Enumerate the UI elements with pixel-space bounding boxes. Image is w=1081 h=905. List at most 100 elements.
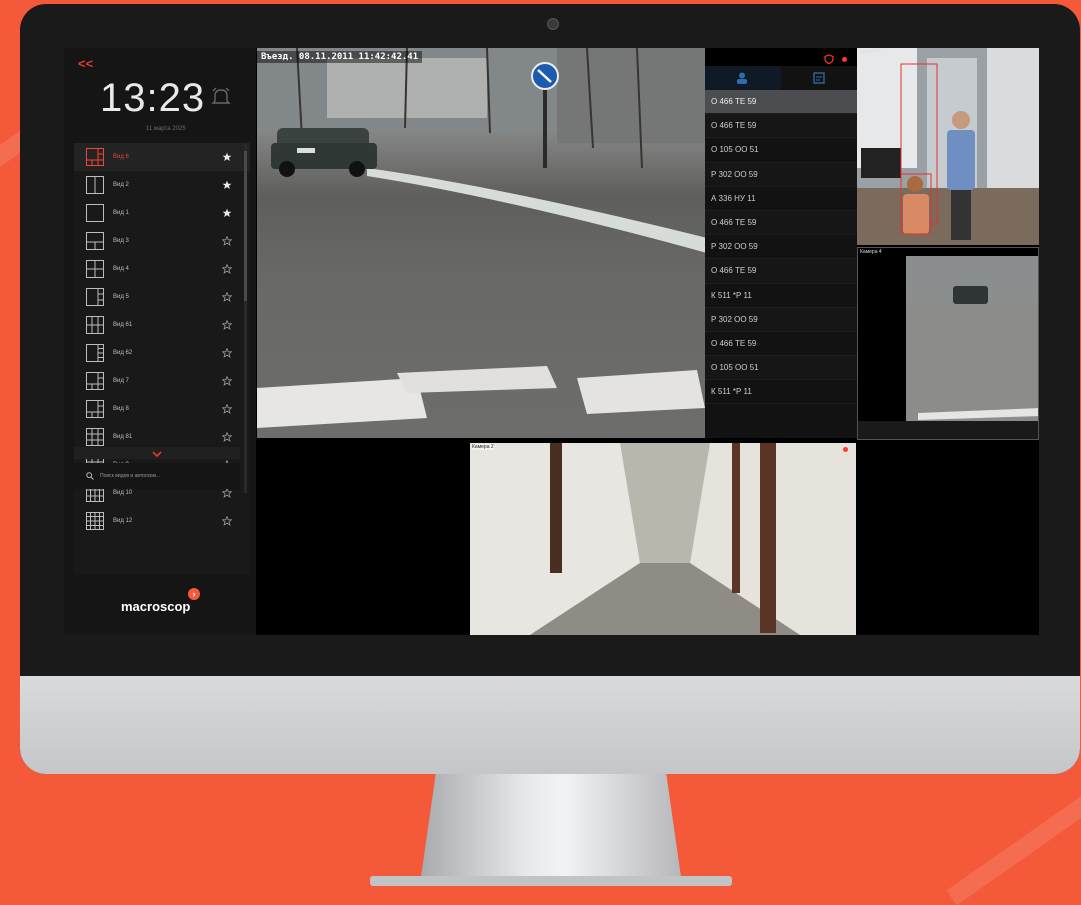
corridor-scene (470, 443, 856, 635)
view-label: Вид 6 (113, 154, 129, 160)
view-label: Вид 2 (113, 182, 129, 188)
camera-5-view[interactable]: Камера 5 (857, 48, 1039, 245)
plate-item[interactable]: О 466 ТЕ 59 (705, 210, 857, 236)
monitor-chin (20, 676, 1080, 774)
scrollbar-thumb[interactable] (244, 151, 247, 301)
sidebar: << 13:23 11 марта 2025 Вид 6 Вид 2 Вид 1 Ви… (64, 48, 256, 635)
tab-recognized-plates[interactable] (705, 66, 781, 90)
plate-item[interactable]: О 466 ТЕ 59 (705, 332, 857, 357)
plate-item[interactable]: О 466 ТЕ 59 (705, 90, 857, 115)
star-icon[interactable] (222, 236, 232, 246)
search-icon (86, 472, 94, 480)
view-label: Вид 4 (113, 266, 129, 272)
view-item[interactable]: Вид 6 (74, 143, 250, 171)
star-icon[interactable] (222, 488, 232, 498)
plate-list: О 466 ТЕ 59 О 466 ТЕ 59 О 105 ОО 51 Р 302 О… (705, 90, 857, 405)
view-label: Вид 3 (113, 238, 129, 244)
view-grid-icon (86, 372, 104, 390)
view-grid-icon (86, 512, 104, 530)
view-grid-icon (86, 148, 104, 166)
view-item[interactable]: Вид 4 (74, 255, 250, 283)
camera-2-alert-dot (843, 447, 848, 452)
license-plates-panel: О 466 ТЕ 59 О 466 ТЕ 59 О 105 ОО 51 Р 302 О… (705, 66, 857, 438)
shield-icon[interactable] (824, 54, 834, 64)
star-icon[interactable] (222, 264, 232, 274)
camera-2-view[interactable]: Камера 2 (470, 443, 856, 635)
camera-timestamp: Въезд. 08.11.2011 11:42:42.41 (257, 51, 423, 63)
star-icon[interactable] (222, 348, 232, 358)
star-icon[interactable] (222, 152, 232, 162)
star-icon[interactable] (222, 292, 232, 302)
plate-item[interactable]: К 511 *Р 11 (705, 380, 857, 405)
clock: 13:23 (100, 76, 206, 120)
recording-indicator (842, 57, 847, 62)
brand-logo: macroscop (121, 599, 191, 614)
plate-item[interactable]: К 511 *Р 11 (705, 284, 857, 308)
view-panel: Вид 6 Вид 2 Вид 1 Вид 3 Вид 4 Вид 5 Вид 61 Вид … (74, 143, 250, 575)
street-scene (858, 248, 1038, 439)
view-item[interactable]: Вид 3 (74, 227, 250, 255)
webcam (547, 18, 559, 30)
view-grid-icon (86, 260, 104, 278)
view-grid-icon (86, 316, 104, 334)
star-icon[interactable] (222, 208, 232, 218)
view-label: Вид 1 (113, 210, 129, 216)
user-icon (737, 72, 747, 84)
view-label: Вид 61 (113, 322, 133, 328)
view-item[interactable]: Вид 8 (74, 395, 250, 423)
plate-item[interactable]: Р 302 ОО 59 (705, 235, 857, 260)
view-grid-icon (86, 400, 104, 418)
view-label: Вид 5 (113, 294, 129, 300)
camera-5-label: Камера 5 (859, 49, 881, 55)
view-grid-icon (86, 232, 104, 250)
view-grid-icon (86, 176, 104, 194)
plate-item[interactable]: О 466 ТЕ 59 (705, 114, 857, 139)
view-label: Вид 10 (113, 490, 133, 496)
star-icon[interactable] (222, 376, 232, 386)
monitor-stand-foot (370, 876, 732, 886)
star-icon[interactable] (222, 320, 232, 330)
camera-4-label: Камера 4 (860, 249, 882, 255)
view-grid-icon (86, 428, 104, 446)
search-bar[interactable]: Поиск видов и автоском... (74, 463, 240, 489)
view-grid-icon (86, 204, 104, 222)
view-grid-icon (86, 288, 104, 306)
camera-2-label: Камера 2 (472, 444, 494, 450)
star-icon[interactable] (222, 432, 232, 442)
tab-notes[interactable] (781, 66, 857, 90)
star-icon[interactable] (222, 404, 232, 414)
view-item[interactable]: Вид 7 (74, 367, 250, 395)
view-item[interactable]: Вид 5 (74, 283, 250, 311)
plate-item[interactable]: О 105 ОО 51 (705, 356, 857, 381)
view-label: Вид 81 (113, 434, 133, 440)
plate-item[interactable]: О 105 ОО 51 (705, 138, 857, 163)
plate-item[interactable]: Р 302 ОО 59 (705, 162, 857, 187)
view-label: Вид 12 (113, 518, 133, 524)
alarm-icon[interactable] (210, 86, 232, 108)
star-icon[interactable] (222, 180, 232, 190)
chevron-down-icon (152, 451, 162, 458)
brand-badge-icon: › (188, 588, 200, 600)
camera-4-view[interactable]: Камера 4 (857, 247, 1039, 440)
expand-views-button[interactable] (74, 447, 240, 459)
view-label: Вид 7 (113, 378, 129, 384)
search-input[interactable]: Поиск видов и автоском... (100, 473, 160, 479)
main-camera-view[interactable]: Въезд. 08.11.2011 11:42:42.41 (257, 48, 705, 438)
collapse-sidebar-button[interactable]: << (78, 56, 93, 71)
plate-item[interactable]: А 336 НУ 11 (705, 187, 857, 211)
decorative-stripe (946, 752, 1081, 905)
plate-item[interactable]: О 466 ТЕ 59 (705, 259, 857, 284)
monitor: << 13:23 11 марта 2025 Вид 6 Вид 2 Вид 1 Ви… (20, 4, 1080, 774)
view-item[interactable]: Вид 12 (74, 507, 250, 535)
view-item[interactable]: Вид 1 (74, 199, 250, 227)
office-scene (857, 48, 1039, 245)
plate-item[interactable]: Р 302 ОО 59 (705, 307, 857, 332)
view-item[interactable]: Вид 61 (74, 311, 250, 339)
date-label: 11 марта 2025 (146, 126, 186, 132)
view-label: Вид 8 (113, 406, 129, 412)
app-screen: << 13:23 11 марта 2025 Вид 6 Вид 2 Вид 1 Ви… (64, 48, 1039, 635)
star-icon[interactable] (222, 516, 232, 526)
view-item[interactable]: Вид 62 (74, 339, 250, 367)
monitor-stand (420, 774, 682, 884)
view-item[interactable]: Вид 2 (74, 171, 250, 199)
